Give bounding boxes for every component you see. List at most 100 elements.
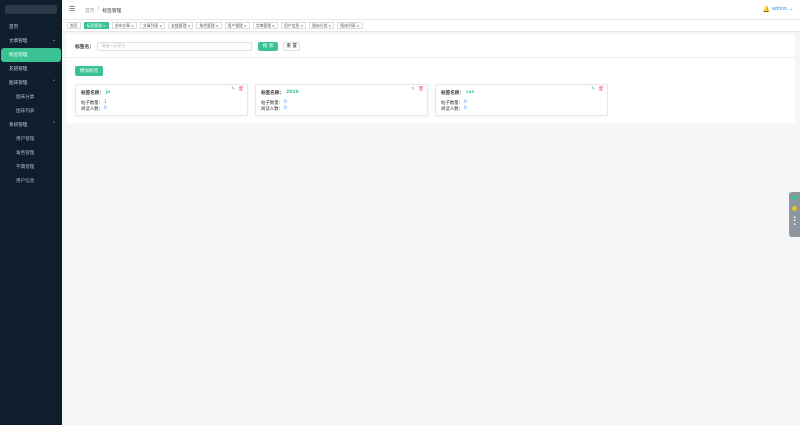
close-icon[interactable]: × [328, 24, 331, 28]
chevron-up-icon: ⌃ [52, 80, 56, 85]
tag-label: 用户信息 [284, 22, 300, 28]
search-input[interactable]: 请输入标签名 [97, 41, 253, 51]
card-actions: ✎ 🗑 [231, 87, 244, 92]
tag-label: 字典管理 [255, 22, 271, 28]
tag-name: 标签名称： css [441, 90, 474, 96]
sidebar-item-label: 用户信息 [16, 179, 35, 184]
tag-label: 标签管理 [86, 22, 102, 28]
sidebar-item-label: 系统管理 [9, 123, 28, 128]
trash-icon[interactable]: 🗑 [238, 87, 244, 92]
tag-label: 友链管理 [171, 22, 187, 28]
sidebar-item-label: 标签管理 [9, 53, 28, 58]
close-icon[interactable]: × [357, 24, 360, 28]
tag-image-categories[interactable]: 图床分类 × [309, 22, 335, 29]
tag-article-list[interactable]: 文章列表 × [140, 22, 166, 29]
sidebar-item-label: 字典管理 [16, 165, 35, 170]
search-label: 标签名： [75, 44, 95, 50]
tag-dictionary[interactable]: 字典管理 × [252, 22, 279, 29]
close-icon[interactable]: × [244, 24, 247, 28]
tag-name-label: 标签名称： [261, 91, 284, 96]
sidebar-item-label: 角色管理 [16, 151, 35, 156]
breadcrumb-home[interactable]: 首页 [85, 7, 95, 14]
status-dot-icon [792, 195, 797, 200]
reader-count-label: 阅读人数： [441, 107, 463, 112]
tag-card: ✎ 🗑 标签名称： 2026 帖子数量： 0 阅读人数： 0 [255, 84, 428, 116]
top-header: ☰ 首页 / 标签管理 🔔 admin ⌄ [62, 0, 800, 20]
tag-tags[interactable]: 标签管理 × [83, 22, 109, 29]
sidebar-item-label: 文章管理 [9, 39, 28, 44]
close-icon[interactable]: × [300, 24, 303, 28]
sidebar-item-users[interactable]: 用户管理 [0, 132, 62, 146]
sidebar-item-image-list[interactable]: 图床列表 [0, 104, 62, 118]
reset-button[interactable]: 重 置 [283, 41, 301, 51]
sidebar-item-image-categories[interactable]: 图床分类 [0, 90, 62, 104]
card-actions: ✎ 🗑 [411, 87, 424, 92]
sidebar-item-label: 友链管理 [9, 67, 28, 72]
tag-home[interactable]: 首页 [67, 22, 81, 29]
tag-card: ✎ 🗑 标签名称： js 帖子数量： 1 阅读人数： 0 [75, 84, 248, 116]
breadcrumb-current: 标签管理 [102, 9, 122, 14]
search-placeholder: 请输入标签名 [101, 43, 126, 48]
bell-icon[interactable]: 🔔 [763, 6, 770, 13]
tag-links[interactable]: 友链管理 × [168, 22, 194, 29]
tag-name-value: css [465, 90, 475, 95]
tag-users[interactable]: 用户管理 × [224, 22, 250, 29]
sidebar-item-label: 图床列表 [16, 109, 35, 114]
tag-roles[interactable]: 角色管理 × [196, 22, 222, 29]
close-icon[interactable]: × [159, 24, 162, 28]
tag-name-value: 2026 [285, 90, 299, 95]
trash-icon[interactable]: 🗑 [418, 87, 424, 92]
search-button[interactable]: 搜 索 [258, 41, 279, 51]
sidebar-group-articles[interactable]: 文章管理 ⌄ [0, 34, 62, 48]
sidebar-item-dictionary[interactable]: 字典管理 [0, 160, 62, 174]
tag-card-list: ✎ 🗑 标签名称： js 帖子数量： 1 阅读人数： 0 ✎ 🗑 标签名称： 2026 … [75, 84, 608, 116]
edit-icon[interactable]: ✎ [591, 87, 595, 92]
tag-name-value: js [105, 90, 111, 95]
tag-card: ✎ 🗑 标签名称： css 帖子数量： 0 阅读人数： 0 [435, 84, 608, 116]
logo [5, 5, 57, 14]
hamburger-icon[interactable]: ☰ [69, 6, 75, 13]
chevron-up-icon: ⌃ [52, 122, 56, 127]
tag-label: 文章列表 [143, 22, 159, 28]
sidebar-group-system[interactable]: 系统管理 ⌃ [0, 118, 62, 132]
tag-name: 标签名称： 2026 [261, 90, 299, 96]
breadcrumb: 首页 / 标签管理 [85, 7, 121, 14]
tag-label: 用户管理 [227, 22, 243, 28]
tag-label: 图床列表 [340, 22, 356, 28]
add-tag-button[interactable]: 增加标签 [75, 66, 103, 76]
tag-publish-article[interactable]: 发布文章 × [111, 22, 137, 29]
tag-label: 角色管理 [199, 22, 215, 28]
trash-icon[interactable]: 🗑 [598, 87, 604, 92]
reader-count: 阅读人数： 0 [81, 106, 107, 112]
reader-count: 阅读人数： 0 [441, 106, 467, 112]
floating-tool-widget[interactable]: ▪ ▪ ▪ [789, 192, 800, 237]
tag-label: 首页 [70, 22, 78, 28]
tag-user-info[interactable]: 用户信息 × [281, 22, 307, 29]
tag-name: 标签名称： js [81, 90, 110, 96]
sidebar-item-tags[interactable]: 标签管理 [1, 48, 61, 62]
user-menu[interactable]: admin ⌄ [772, 7, 793, 12]
sidebar-group-images[interactable]: 图床管理 ⌃ [0, 76, 62, 90]
edit-icon[interactable]: ✎ [411, 87, 415, 92]
close-icon[interactable]: × [131, 24, 134, 28]
close-icon[interactable]: × [216, 24, 219, 28]
reader-count: 阅读人数： 0 [261, 106, 287, 112]
reader-count-label: 阅读人数： [81, 107, 103, 112]
tags-view: 首页 标签管理 × 发布文章 × 文章列表 × 友链管理 × 角色管理 × 用户管理 × 字… [62, 20, 800, 32]
close-icon[interactable]: × [272, 24, 275, 28]
close-icon[interactable]: × [187, 24, 190, 28]
chevron-down-icon: ⌄ [788, 7, 793, 12]
sidebar-item-label: 图床分类 [16, 95, 35, 100]
edit-icon[interactable]: ✎ [231, 87, 235, 92]
widget-text: ▪ ▪ ▪ [793, 215, 796, 226]
sidebar-item-home[interactable]: 首页 [0, 20, 62, 34]
divider [66, 57, 795, 58]
reader-count-value: 0 [103, 106, 107, 111]
close-icon[interactable]: × [103, 24, 106, 28]
sidebar-item-roles[interactable]: 角色管理 [0, 146, 62, 160]
status-dot-icon [792, 206, 797, 211]
sidebar-item-user-info[interactable]: 用户信息 [0, 174, 62, 188]
chevron-down-icon: ⌄ [52, 38, 56, 43]
sidebar-item-links[interactable]: 友链管理 [0, 62, 62, 76]
tag-image-list[interactable]: 图床列表 × [337, 22, 363, 29]
